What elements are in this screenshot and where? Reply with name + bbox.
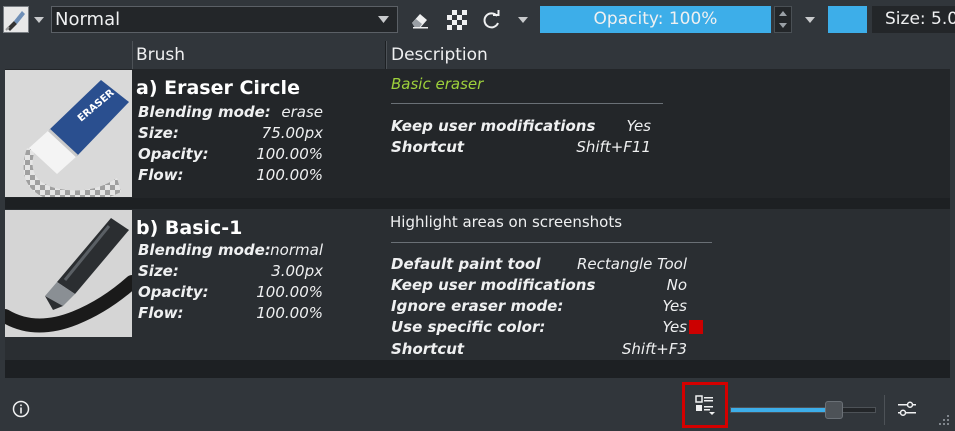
opacity-label: Opacity: 100% <box>593 9 718 29</box>
thumbnail-column-header <box>5 41 132 69</box>
thumbnail-size-slider[interactable] <box>730 407 876 413</box>
prop-value: 3.00px <box>271 262 323 280</box>
separator <box>884 395 885 425</box>
detail-value: No <box>666 276 687 294</box>
preset-name: a) Eraser Circle <box>136 77 300 99</box>
specific-color-swatch <box>689 320 703 334</box>
detail-label: Use specific color: <box>391 318 546 336</box>
chevron-down-icon <box>378 16 389 23</box>
description-divider <box>391 103 663 104</box>
detail-label: Ignore eraser mode: <box>391 297 564 315</box>
prop-value: normal <box>270 241 323 259</box>
prop-value: erase <box>281 103 323 121</box>
prop-value: 100.00% <box>256 166 323 184</box>
view-mode-button[interactable] <box>682 382 728 428</box>
table-row[interactable]: ERASER a) Eraser Circle Blending mode: e… <box>5 69 950 198</box>
detail-label: Default paint tool <box>391 255 541 273</box>
brush-header-label: Brush <box>136 45 186 65</box>
chevron-down-icon <box>805 16 815 23</box>
thumbnail-size-handle[interactable] <box>825 401 843 419</box>
brush-preset-icon <box>4 7 28 32</box>
brush-column-header[interactable]: Brush <box>132 41 385 69</box>
resize-grip-icon[interactable] <box>937 413 951 427</box>
pen-thumbnail-image <box>5 210 132 337</box>
detail-value: Shift+F11 <box>576 138 651 156</box>
prop-label: Opacity: <box>138 145 209 163</box>
settings-icon <box>898 401 916 416</box>
brush-preset-dropdown-button[interactable] <box>31 6 47 33</box>
info-button[interactable] <box>12 400 30 422</box>
detail-value: Shift+F3 <box>621 340 687 358</box>
brush-toolbar: Normal Opacity: 100% Size: 5.0 <box>0 0 955 40</box>
opacity-slider[interactable]: Opacity: 100% <box>540 6 771 33</box>
detail-label: Shortcut <box>391 340 465 358</box>
prop-label: Blending mode: <box>138 103 271 121</box>
eraser-circle-thumbnail: ERASER <box>5 70 132 197</box>
eraser-mode-button[interactable] <box>407 6 433 33</box>
preserve-alpha-button[interactable] <box>444 6 470 33</box>
prop-label: Opacity: <box>138 283 209 301</box>
size-slider[interactable]: Size: 5.0 <box>872 6 955 33</box>
prop-value: 75.00px <box>261 124 323 142</box>
preset-description: Basic eraser <box>391 75 484 93</box>
prop-label: Size: <box>138 124 179 142</box>
brush-preset-table: Brush Description ERASER a) Eraser Circl… <box>5 41 950 378</box>
description-divider <box>391 242 712 243</box>
prop-value: 100.00% <box>256 283 323 301</box>
prop-label: Flow: <box>138 304 184 322</box>
brush-preset-button[interactable] <box>3 6 29 33</box>
spin-arrows-icon <box>779 11 787 28</box>
reload-dropdown-button[interactable] <box>515 6 531 33</box>
chevron-down-icon <box>518 16 528 23</box>
view-mode-icon <box>695 395 715 415</box>
thumbnail-size-fill <box>731 408 835 412</box>
blend-mode-value: Normal <box>55 9 121 30</box>
detail-value: Yes <box>662 297 687 315</box>
chevron-down-icon <box>34 16 44 23</box>
eraser-icon <box>412 13 428 28</box>
description-header-label: Description <box>391 45 488 65</box>
prop-value: 100.00% <box>256 304 323 322</box>
preset-name: b) Basic-1 <box>136 217 243 239</box>
detail-label: Shortcut <box>391 138 465 156</box>
opacity-spin-buttons[interactable] <box>774 6 792 33</box>
size-label: Size: 5.0 <box>885 9 955 29</box>
detail-value: Rectangle Tool <box>577 255 687 273</box>
info-icon <box>12 400 30 418</box>
reload-icon <box>483 9 500 28</box>
blend-mode-combo[interactable]: Normal <box>51 6 398 33</box>
description-column-header[interactable]: Description <box>386 41 950 69</box>
status-bar <box>0 381 955 431</box>
preset-description: Highlight areas on screenshots <box>390 213 623 231</box>
basic-1-thumbnail <box>5 210 132 337</box>
prop-label: Size: <box>138 262 179 280</box>
prop-value: 100.00% <box>256 145 323 163</box>
foreground-color-swatch[interactable] <box>828 6 867 33</box>
detail-value: Yes <box>626 117 651 135</box>
reload-preset-button[interactable] <box>478 6 504 33</box>
prop-label: Blending mode: <box>138 241 271 259</box>
prop-label: Flow: <box>138 166 184 184</box>
table-row[interactable]: b) Basic-1 Blending mode: normal Size: 3… <box>5 209 950 360</box>
alpha-checker-icon <box>447 9 467 30</box>
settings-button[interactable] <box>897 400 917 422</box>
eraser-thumbnail-image: ERASER <box>5 70 132 197</box>
opacity-dropdown-button[interactable] <box>802 6 818 33</box>
detail-value: Yes <box>662 318 687 336</box>
